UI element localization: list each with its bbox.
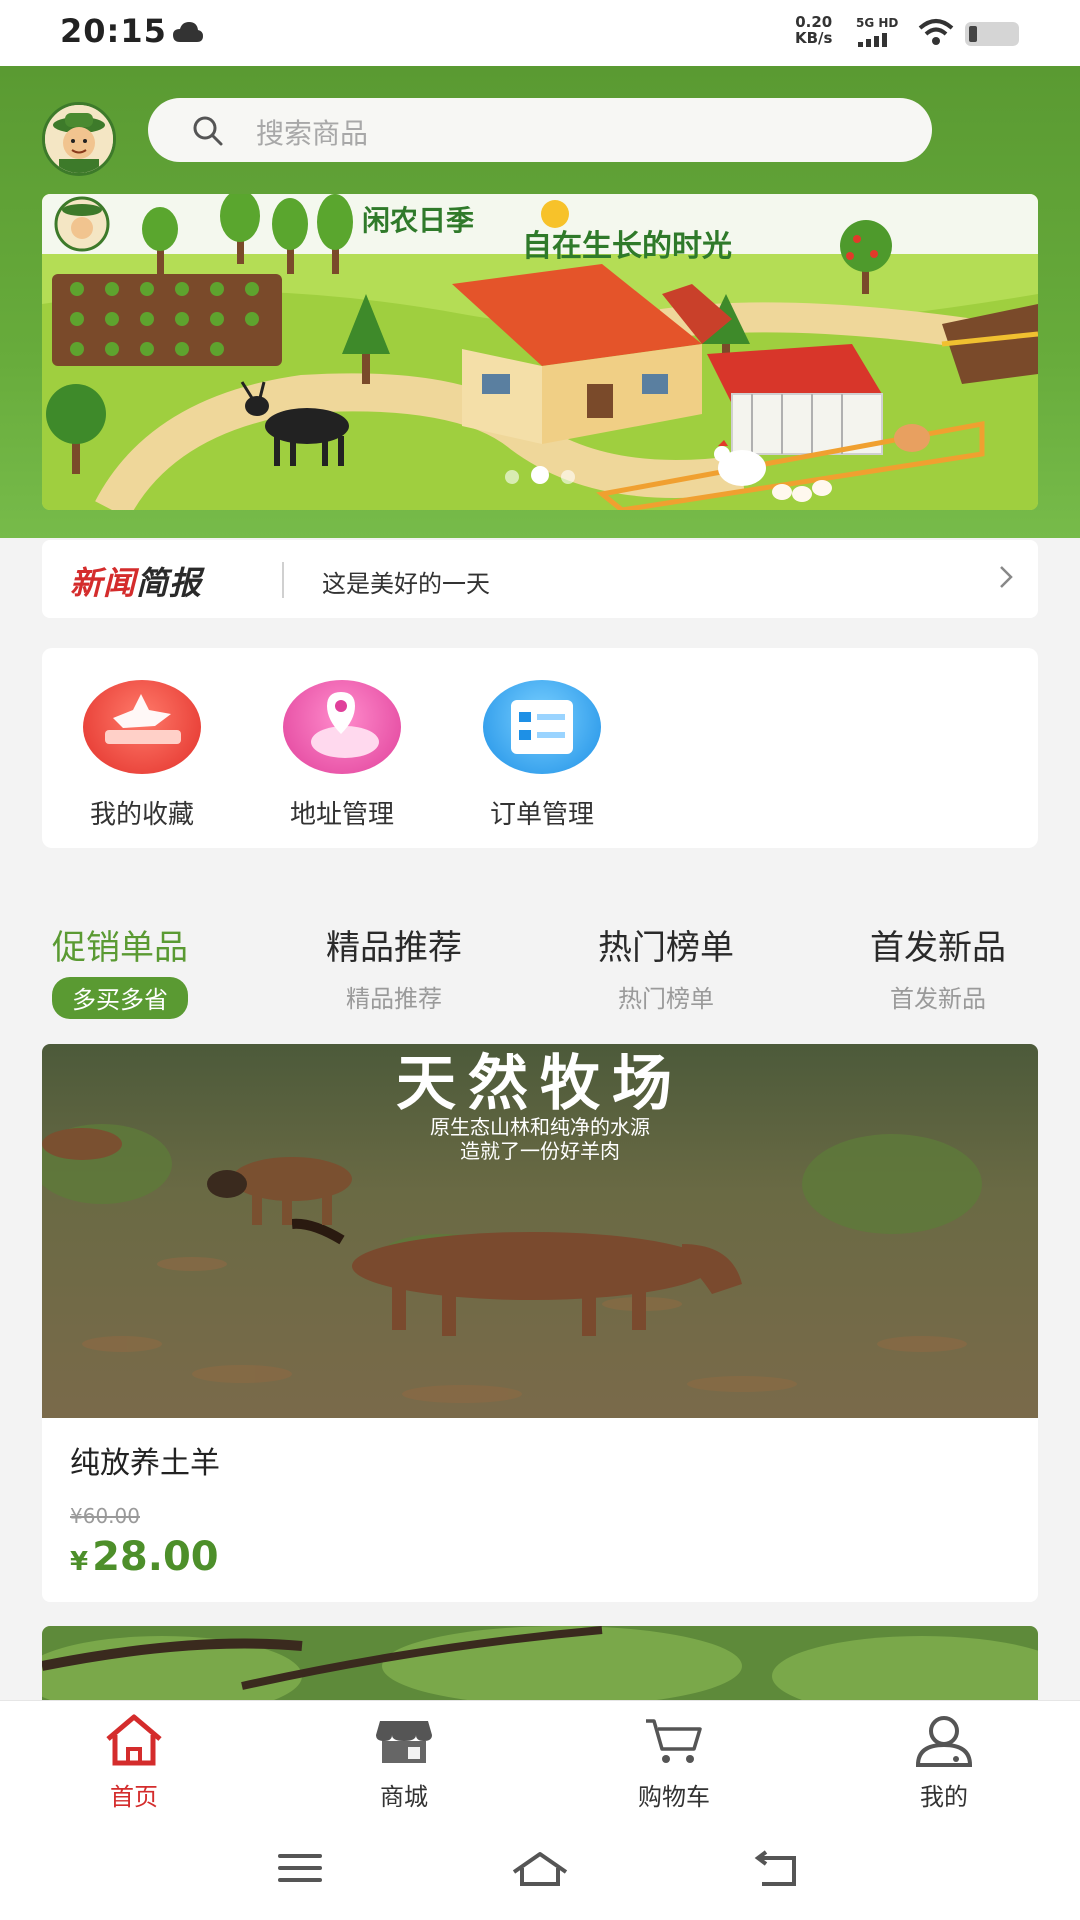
quick-item-label: 地址管理 [289, 800, 394, 830]
chevron-right-icon[interactable] [998, 564, 1014, 594]
banner-dot-active [531, 466, 549, 484]
tab-title: 首发新品 [870, 928, 1006, 968]
back-icon[interactable] [752, 1850, 802, 1894]
nav-cart[interactable]: 购物车 [574, 1713, 774, 1812]
status-bar: 20:15 0.20 KB/s 5G HD [0, 0, 1080, 66]
tab-subtitle: 首发新品 [890, 985, 986, 1013]
product-image [42, 1626, 1038, 1706]
news-brand-red: 新闻 [70, 564, 137, 602]
menu-icon[interactable] [276, 1850, 324, 1890]
cloud-icon [172, 20, 204, 48]
tab-new[interactable]: 首发新品 首发新品 [838, 920, 1038, 1014]
product-category-tabs: 促销单品 多买多省 精品推荐 精品推荐 热门榜单 热门榜单 首发新品 首发新品 [42, 920, 1038, 1019]
nav-profile[interactable]: 我的 [844, 1713, 1044, 1812]
banner-title: 闲农日季 [362, 204, 474, 237]
product-image-caption-2: 造就了一份好羊肉 [460, 1139, 620, 1163]
network-speed: 0.20 KB/s [795, 14, 832, 46]
tab-subtitle: 多买多省 [52, 977, 188, 1019]
tab-subtitle: 热门榜单 [618, 985, 714, 1013]
wifi-icon [918, 18, 954, 50]
product-price: ¥28.00 [70, 1534, 219, 1580]
quick-item-address[interactable]: 地址管理 [272, 680, 412, 831]
tab-subtitle: 精品推荐 [346, 985, 442, 1013]
tab-hot[interactable]: 热门榜单 热门榜单 [566, 920, 766, 1014]
battery-icon [965, 22, 1019, 46]
nav-label: 我的 [920, 1783, 968, 1811]
banner-subtitle: 自在生长的时光 [522, 229, 732, 264]
network-speed-value: 0.20 [795, 13, 833, 31]
banner-dot [505, 470, 519, 484]
location-icon [283, 680, 401, 774]
header: 搜索商品 闲农日季 自在生长的时光 [0, 66, 1080, 538]
nav-label: 商城 [380, 1783, 428, 1811]
banner-pagination [42, 466, 1038, 488]
tab-recommended[interactable]: 精品推荐 精品推荐 [294, 920, 494, 1014]
quick-item-label: 订单管理 [489, 800, 594, 830]
news-divider [282, 562, 284, 598]
farmer-logo-icon[interactable] [42, 102, 116, 176]
search-box[interactable]: 搜索商品 [148, 98, 932, 162]
status-time: 20:15 [60, 12, 167, 50]
search-icon [192, 115, 224, 151]
tab-title: 促销单品 [52, 928, 188, 968]
price-currency: ¥ [70, 1547, 89, 1577]
quick-item-orders[interactable]: 订单管理 [472, 680, 612, 831]
tab-title: 热门榜单 [598, 928, 734, 968]
product-original-price: ¥60.00 [70, 1504, 140, 1528]
system-navigation-bar [0, 1820, 1080, 1920]
product-card[interactable]: 天然牧场 原生态山林和纯净的水源 造就了一份好羊肉 纯放养土羊 ¥60.00 ¥… [42, 1044, 1038, 1602]
news-ticker[interactable]: 新闻简报 这是美好的一天 [42, 540, 1038, 618]
nav-label: 首页 [110, 1783, 158, 1811]
promo-banner[interactable]: 闲农日季 自在生长的时光 [42, 194, 1038, 510]
tab-promotion[interactable]: 促销单品 多买多省 [20, 920, 220, 1019]
product-image-caption-1: 原生态山林和纯净的水源 [430, 1115, 650, 1139]
tab-title: 精品推荐 [326, 928, 462, 968]
profile-icon [912, 1716, 976, 1771]
news-brand-dark: 简报 [136, 564, 203, 602]
bottom-navigation: 首页 商城 购物车 我的 [0, 1700, 1080, 1820]
nav-home[interactable]: 首页 [34, 1713, 234, 1812]
news-headline: 这是美好的一天 [322, 570, 490, 598]
network-speed-unit: KB/s [795, 29, 833, 47]
quick-item-favorites[interactable]: 我的收藏 [72, 680, 212, 831]
nav-label: 购物车 [638, 1783, 710, 1811]
home-icon [102, 1714, 166, 1771]
product-image-title: 天然牧场 [396, 1049, 684, 1119]
quick-item-label: 我的收藏 [89, 800, 194, 830]
product-card-next[interactable] [42, 1626, 1038, 1706]
signal-icon [856, 32, 896, 51]
banner-dot [561, 470, 575, 484]
home-button-icon[interactable] [510, 1850, 570, 1894]
order-icon [483, 680, 601, 774]
nav-store[interactable]: 商城 [304, 1713, 504, 1812]
product-image: 天然牧场 原生态山林和纯净的水源 造就了一份好羊肉 [42, 1044, 1038, 1418]
price-value: 28.00 [92, 1534, 219, 1580]
favorites-icon [83, 680, 201, 774]
cart-icon [642, 1719, 706, 1771]
product-title: 纯放养土羊 [70, 1446, 220, 1481]
news-brand: 新闻简报 [70, 558, 202, 604]
search-placeholder: 搜索商品 [256, 117, 369, 150]
store-icon [372, 1721, 436, 1771]
network-type: 5G HD [856, 16, 899, 30]
quick-menu: 我的收藏 地址管理 订单管理 [42, 648, 1038, 848]
